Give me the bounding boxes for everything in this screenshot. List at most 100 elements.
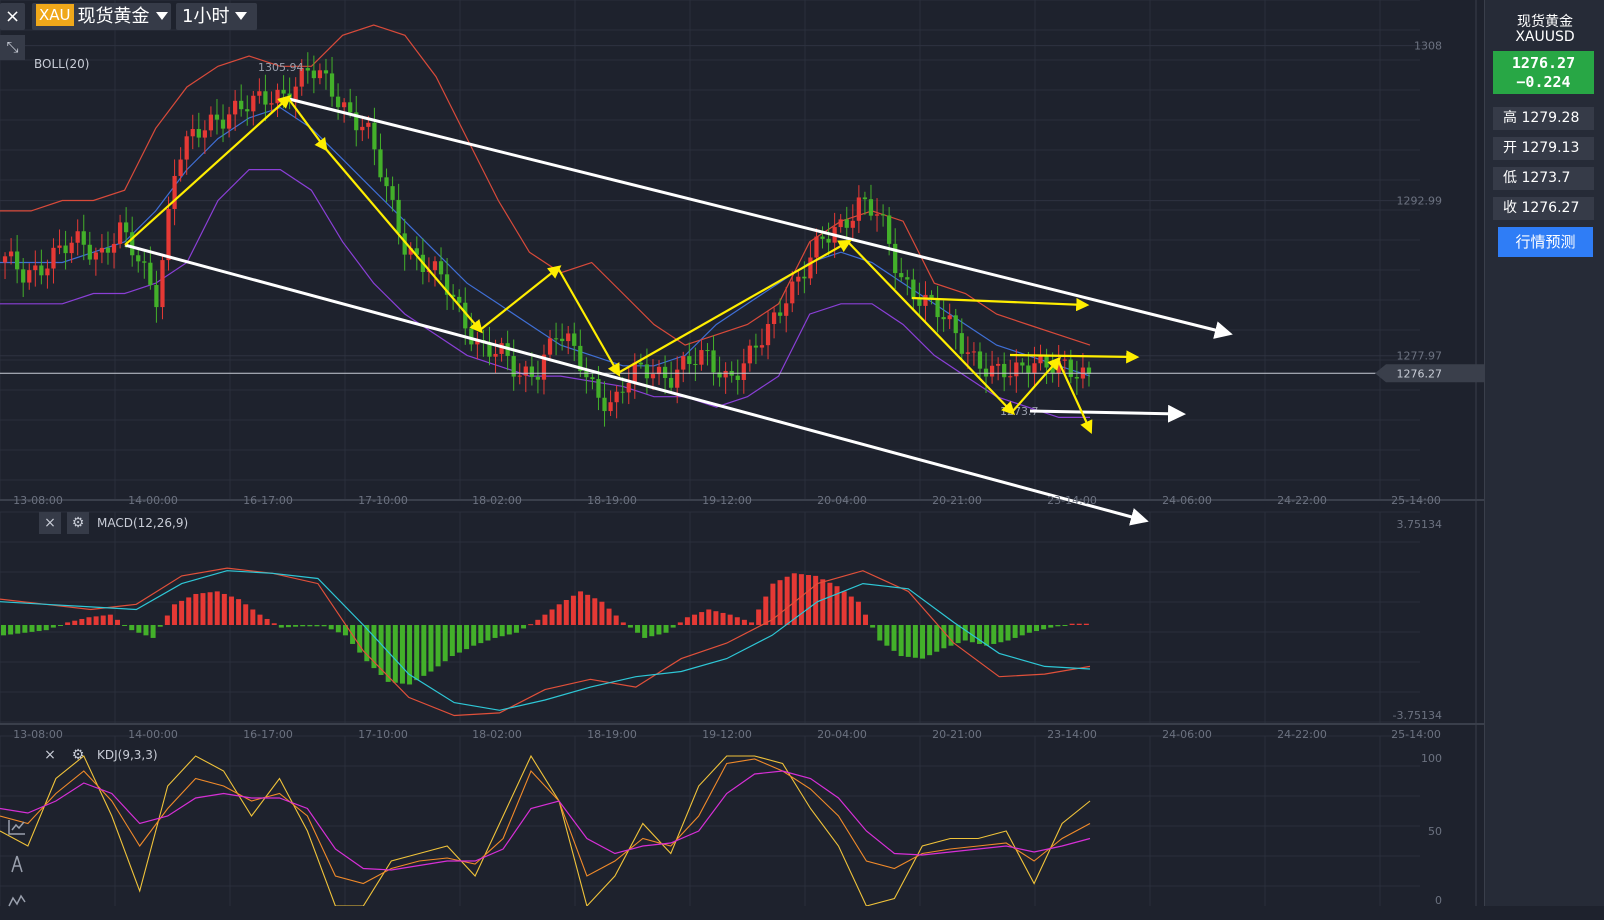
candle-body bbox=[438, 261, 444, 275]
forecast-button[interactable]: 行情预测 bbox=[1498, 227, 1593, 257]
stat-label: 高 bbox=[1503, 110, 1517, 126]
macd-bar bbox=[713, 611, 719, 625]
macd-bar bbox=[599, 601, 605, 625]
macd-bar bbox=[563, 600, 569, 625]
macd-bar bbox=[741, 619, 747, 625]
macd-bar bbox=[898, 625, 904, 657]
candle-body bbox=[124, 222, 129, 233]
candle-body bbox=[93, 252, 98, 260]
macd-bar bbox=[421, 625, 427, 676]
macd-bar bbox=[855, 601, 861, 625]
chart-area[interactable]: 1308 1292.99 1277.97 1276.27 1305.94 1273.7 13… bbox=[0, 0, 1484, 907]
macd-bar bbox=[884, 625, 890, 646]
x-tick-label: 14-00:00 bbox=[128, 494, 178, 507]
gear-icon[interactable]: ⚙ bbox=[67, 512, 89, 534]
macd-bar bbox=[877, 625, 883, 641]
candle-body bbox=[208, 114, 214, 131]
candle-body bbox=[172, 175, 177, 209]
chevron-down-icon bbox=[155, 12, 168, 20]
candle-body bbox=[675, 369, 680, 388]
x-tick-label: 20-21:00 bbox=[932, 728, 982, 741]
candle-body bbox=[1038, 355, 1043, 364]
x-tick-label: 16-17:00 bbox=[243, 728, 293, 741]
channel-line bbox=[1029, 404, 1186, 423]
period-select[interactable]: 1小时 bbox=[176, 3, 257, 30]
x-tick-label: 25-14:00 bbox=[1391, 494, 1441, 507]
candle-body bbox=[880, 214, 886, 216]
macd-bar bbox=[221, 593, 227, 625]
close-chart-button[interactable]: × bbox=[0, 3, 25, 30]
candle-body bbox=[844, 219, 849, 228]
macd-bar bbox=[727, 614, 733, 625]
candle-body bbox=[75, 231, 80, 243]
candle-body bbox=[790, 281, 795, 304]
macd-bar bbox=[542, 614, 548, 625]
candle-body bbox=[378, 149, 383, 178]
x-tick-label: 19-12:00 bbox=[702, 728, 752, 741]
close-kdj-button[interactable]: × bbox=[39, 744, 61, 766]
candle-body bbox=[996, 363, 1001, 366]
wave-arrow bbox=[847, 241, 1016, 416]
macd-bar bbox=[122, 625, 128, 626]
candle-body bbox=[99, 247, 105, 253]
candle-body bbox=[771, 312, 777, 325]
macd-bar bbox=[620, 622, 626, 625]
symbol-select[interactable]: XAU 现货黄金 bbox=[32, 3, 171, 30]
candle-body bbox=[245, 109, 250, 112]
macd-bar bbox=[72, 620, 78, 625]
gear-icon[interactable]: ⚙ bbox=[67, 744, 89, 766]
macd-bar bbox=[285, 625, 291, 628]
macd-bar bbox=[1012, 625, 1018, 638]
chart-icon[interactable] bbox=[0, 813, 34, 847]
chart-canvas[interactable]: 13081292.991277.971276.271305.941273.713… bbox=[0, 0, 1484, 906]
macd-bar bbox=[1048, 625, 1054, 628]
macd-bar bbox=[435, 625, 441, 667]
x-tick-label: 24-22:00 bbox=[1277, 728, 1327, 741]
macd-bar bbox=[129, 625, 135, 631]
candle-body bbox=[202, 130, 207, 138]
macd-bar bbox=[164, 615, 170, 625]
drawing-pen-icon[interactable] bbox=[0, 851, 34, 885]
candle-body bbox=[457, 296, 462, 303]
candle-body bbox=[838, 219, 843, 228]
candle-body bbox=[965, 352, 970, 354]
x-tick-label: 14-00:00 bbox=[128, 728, 178, 741]
macd-bar bbox=[228, 596, 234, 625]
macd-bar bbox=[521, 625, 527, 629]
macd-bar bbox=[321, 625, 327, 627]
candle-body bbox=[117, 222, 123, 244]
wave-arrow bbox=[617, 239, 852, 374]
candle-body bbox=[105, 247, 111, 253]
x-tick-label: 17-10:00 bbox=[358, 494, 408, 507]
macd-bar bbox=[642, 625, 648, 638]
macd-bar bbox=[962, 625, 968, 641]
macd-bar bbox=[86, 617, 92, 625]
macd-bar bbox=[627, 625, 633, 628]
candle-body bbox=[1002, 363, 1007, 378]
close-macd-button[interactable]: × bbox=[39, 512, 61, 534]
candle-body bbox=[111, 243, 117, 253]
candle-body bbox=[778, 312, 783, 316]
macd-bar bbox=[93, 616, 99, 625]
macd-bar bbox=[912, 625, 918, 658]
candle-body bbox=[311, 70, 316, 79]
candle-body bbox=[1026, 365, 1031, 374]
collapse-icon[interactable]: ⤡ bbox=[0, 35, 25, 60]
macd-bar bbox=[656, 625, 662, 635]
candle-body bbox=[723, 370, 728, 378]
candle-body bbox=[850, 220, 855, 228]
macd-bar bbox=[207, 592, 213, 625]
x-tick-label: 23-14:00 bbox=[1047, 494, 1097, 507]
macd-bar bbox=[179, 600, 185, 625]
stat-value: 1273.7 bbox=[1521, 170, 1571, 186]
macd-bar bbox=[464, 625, 470, 650]
indicator-icon[interactable] bbox=[0, 886, 34, 907]
candle-body bbox=[239, 100, 244, 110]
candle-body bbox=[63, 245, 68, 254]
candle-body bbox=[33, 265, 38, 271]
price-box: 1276.27 −0.224 bbox=[1493, 51, 1594, 94]
candle-body bbox=[650, 374, 656, 379]
macd-bar bbox=[1026, 625, 1032, 633]
macd-bar bbox=[920, 625, 926, 659]
candle-body bbox=[614, 391, 619, 403]
